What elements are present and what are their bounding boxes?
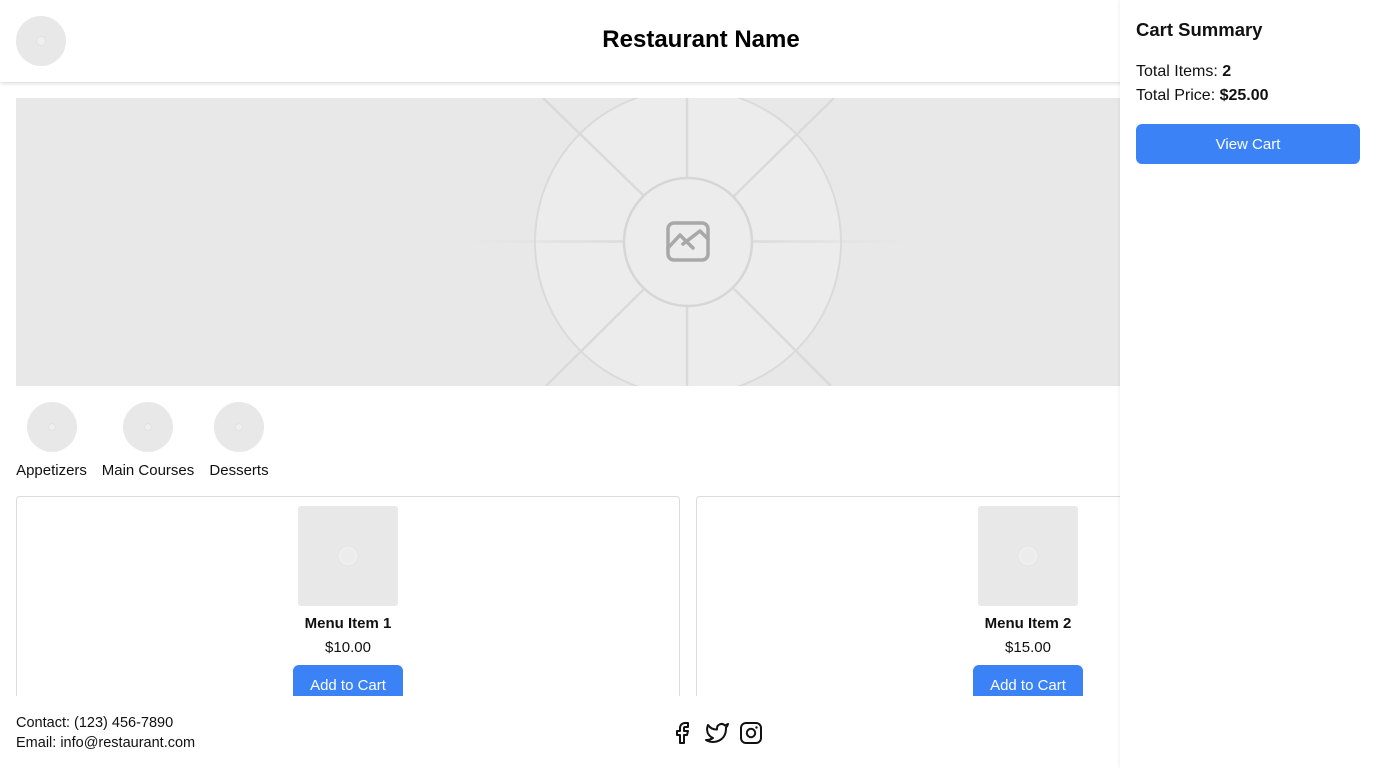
category-label: Main Courses — [101, 462, 195, 479]
contact-email: Email: info@restaurant.com — [16, 735, 196, 751]
cart-total-items: Total Items: 2 — [1136, 63, 1231, 81]
view-cart-button[interactable]: View Cart — [1136, 124, 1360, 164]
category-label: Appetizers — [16, 462, 87, 479]
total-price-label: Total Price: — [1136, 87, 1220, 104]
total-price-value: $25.00 — [1219, 87, 1269, 104]
twitter-icon[interactable] — [704, 720, 730, 746]
placeholder-icon — [235, 423, 243, 431]
cart-total-price: Total Price: $25.00 — [1136, 87, 1269, 105]
menu-item-name: Menu Item 1 — [304, 615, 392, 632]
placeholder-icon — [47, 423, 56, 431]
category-label: Desserts — [209, 462, 269, 479]
total-items-value: 2 — [1222, 63, 1232, 80]
social-links — [670, 720, 764, 746]
menu-item-card: Menu Item 1 $10.00 Add to Cart — [16, 496, 680, 706]
category-image — [123, 402, 173, 452]
category-image — [26, 402, 77, 452]
contact-info: Contact: (123) 456-7890 Email: info@rest… — [16, 713, 195, 753]
cart-summary-panel: Cart Summary Total Items: 2 Total Price:… — [1120, 0, 1376, 768]
placeholder-icon — [1019, 547, 1037, 565]
menu-item-price: $10.00 — [325, 639, 371, 656]
facebook-icon[interactable] — [670, 720, 696, 746]
category-image — [214, 402, 264, 452]
category-appetizers[interactable]: Appetizers — [16, 402, 87, 479]
category-desserts[interactable]: Desserts — [209, 402, 269, 479]
contact-phone: Contact: (123) 456-7890 — [16, 715, 174, 731]
cart-summary-title: Cart Summary — [1136, 19, 1263, 40]
placeholder-icon — [339, 547, 357, 565]
menu-item-image — [978, 506, 1078, 606]
menu-item-image — [298, 506, 398, 606]
placeholder-icon — [144, 423, 152, 431]
total-items-label: Total Items: — [1136, 63, 1223, 80]
instagram-icon[interactable] — [738, 720, 764, 746]
category-main-courses[interactable]: Main Courses — [101, 402, 195, 479]
